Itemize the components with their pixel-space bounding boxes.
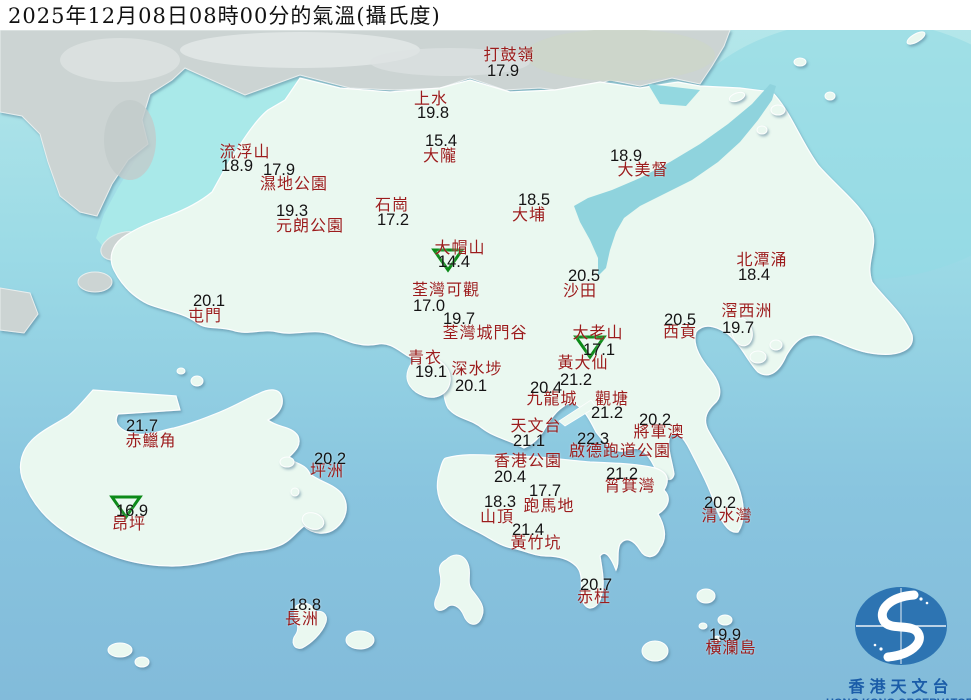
station-temperature-value: 19.7 — [722, 320, 754, 337]
station-name: 山頂 — [480, 509, 514, 525]
station-name: 元朗公園 — [276, 218, 344, 234]
title-bar: 2025年12月08日08時00分的氣溫(攝氏度) — [0, 0, 971, 30]
station-temperature-value: 20.5 — [664, 312, 696, 329]
station-temperature-value: 20.4 — [530, 380, 562, 397]
station-temperature-value: 20.2 — [639, 412, 671, 429]
station-temperature-value: 18.3 — [484, 494, 516, 511]
station-name: 跑馬地 — [523, 498, 574, 514]
station-temperature-value: 16.9 — [116, 503, 148, 520]
station-temperature-value: 15.4 — [425, 133, 457, 150]
station-name: 大埔 — [512, 207, 546, 223]
station-temperature-value: 21.2 — [606, 466, 638, 483]
station-temperature-value: 19.7 — [443, 311, 475, 328]
station-temperature-value: 18.4 — [738, 267, 770, 284]
station-name: 赤鱲角 — [125, 433, 176, 449]
station-temperature-value: 20.4 — [494, 469, 526, 486]
station-temperature-value: 18.9 — [610, 148, 642, 165]
station-name: 深水埗 — [451, 361, 502, 377]
station-temperature-value: 20.2 — [704, 495, 736, 512]
hko-logo-emblem — [826, 585, 971, 667]
station-temperature-value: 17.9 — [263, 162, 295, 179]
page-title: 2025年12月08日08時00分的氣溫(攝氏度) — [0, 0, 441, 30]
station-temperature-value: 19.9 — [709, 627, 741, 644]
hko-logo-name-chinese: 香港天文台 — [826, 673, 971, 697]
station-temperature-value: 21.2 — [560, 372, 592, 389]
station-temperature-value: 21.2 — [591, 405, 623, 422]
temperature-map-screenshot: 2025年12月08日08時00分的氣溫(攝氏度) 打鼓嶺17.9上水19.8大… — [0, 0, 971, 700]
station-temperature-value: 20.1 — [193, 293, 225, 310]
station-temperature-value: 17.0 — [413, 298, 445, 315]
station-temperature-value: 17.9 — [487, 63, 519, 80]
station-temperature-value: 17.1 — [583, 342, 615, 359]
station-temperature-value: 18.9 — [221, 158, 253, 175]
station-temperature-value: 18.8 — [289, 597, 321, 614]
station-temperature-value: 14.4 — [438, 254, 470, 271]
station-temperature-value: 21.7 — [126, 418, 158, 435]
station-temperature-value: 19.8 — [417, 105, 449, 122]
station-name: 滘西洲 — [721, 303, 772, 319]
hko-logo: 香港天文台 HONG KONG OBSERVATORY — [826, 585, 971, 700]
station-name: 打鼓嶺 — [483, 47, 534, 63]
station-temperature-value: 21.4 — [512, 522, 544, 539]
station-temperature-value: 17.7 — [529, 483, 561, 500]
station-temperature-value: 20.2 — [314, 451, 346, 468]
station-temperature-value: 20.1 — [455, 378, 487, 395]
station-name: 香港公園 — [494, 453, 562, 469]
station-temperature-value: 19.1 — [415, 364, 447, 381]
station-name: 荃灣可觀 — [412, 282, 480, 298]
station-temperature-value: 18.5 — [518, 192, 550, 209]
station-name: 大隴 — [423, 148, 457, 164]
station-temperature-value: 17.2 — [377, 212, 409, 229]
station-temperature-value: 19.3 — [276, 203, 308, 220]
station-temperature-value: 21.1 — [513, 433, 545, 450]
station-name: 大老山 — [572, 325, 623, 341]
station-temperature-value: 20.5 — [568, 268, 600, 285]
station-name: 沙田 — [563, 283, 597, 299]
station-temperature-value: 22.3 — [577, 431, 609, 448]
station-temperature-value: 20.7 — [580, 577, 612, 594]
station-name: 屯門 — [188, 308, 222, 324]
